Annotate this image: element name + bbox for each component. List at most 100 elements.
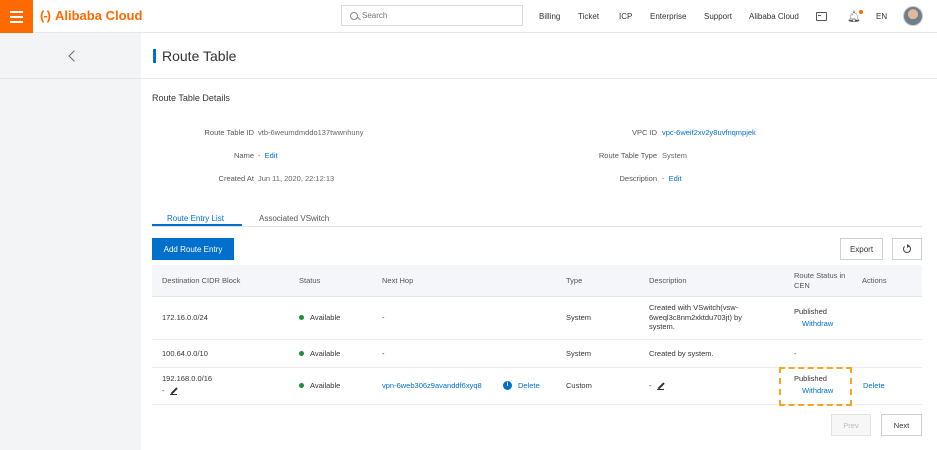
- description-cell: Created by system.: [649, 349, 714, 358]
- table-header: Destination CIDR Block Status Next Hop T…: [152, 265, 922, 297]
- col-description: Description: [649, 276, 687, 285]
- active-tab-underline: [152, 224, 242, 226]
- edit-pencil-icon[interactable]: [656, 382, 664, 391]
- notification-dot: [858, 10, 863, 14]
- route-table-type-label: Route Table Type: [598, 151, 657, 160]
- refresh-button[interactable]: [892, 238, 922, 260]
- search-box[interactable]: [341, 5, 523, 26]
- sidebar-header: [0, 33, 141, 79]
- page-title: Route Table: [162, 47, 237, 64]
- description-label: Description: [619, 174, 657, 183]
- detail-row-1: Route Table ID vtb-6weumdmddo137twwnhuny…: [150, 128, 930, 140]
- nav-icp[interactable]: ICP: [619, 0, 632, 33]
- delete-route-link[interactable]: Delete: [863, 381, 885, 391]
- nav-billing-label: Billing: [539, 12, 561, 21]
- hamburger-menu-icon[interactable]: [0, 0, 33, 33]
- refresh-icon: [903, 244, 911, 253]
- nav-support-label: Support: [704, 12, 733, 21]
- route-entry-table: Destination CIDR Block Status Next Hop T…: [152, 265, 922, 405]
- name-value: - Edit: [258, 151, 278, 160]
- route-table-id-label: Route Table ID: [204, 128, 254, 137]
- status-text: Available: [310, 381, 341, 390]
- nav-billing[interactable]: Billing: [539, 0, 560, 33]
- cidr-subline-text: -: [162, 386, 165, 395]
- sidebar: [0, 33, 141, 450]
- cidr-cell: 172.16.0.0/24: [162, 313, 208, 322]
- vpc-id-link[interactable]: vpc-6weif2xv2y8uvfnqmpjek: [662, 128, 756, 137]
- search-icon: [350, 11, 358, 20]
- top-bar: (-) Alibaba Cloud Billing Ticket ICP Ent…: [0, 0, 937, 33]
- table-row: 192.168.0.0/16 - Available vpn-6web306z9…: [152, 368, 922, 405]
- status-available-dot: [299, 315, 304, 321]
- brand-name: Alibaba Cloud: [55, 8, 143, 23]
- table-row: 100.64.0.0/10 Available - System Created…: [152, 340, 922, 368]
- brand-logo[interactable]: (-) Alibaba Cloud: [40, 8, 142, 23]
- status-available-dot: [299, 351, 304, 357]
- created-at-label: Created At: [218, 174, 254, 183]
- nav-alibaba-cloud[interactable]: Alibaba Cloud: [749, 0, 799, 33]
- brand-logo-mark: (-): [40, 8, 51, 23]
- add-route-entry-button[interactable]: Add Route Entry: [152, 238, 234, 260]
- info-icon: i: [503, 381, 512, 391]
- withdraw-link[interactable]: Withdraw: [802, 386, 833, 396]
- search-input[interactable]: [362, 11, 512, 20]
- status-text: Available: [310, 313, 341, 322]
- name-edit-link[interactable]: Edit: [265, 151, 278, 160]
- description-cell: -: [649, 381, 664, 391]
- next-page-button[interactable]: Next: [881, 414, 922, 436]
- description-value: - Edit: [662, 174, 682, 183]
- title-accent-bar: [153, 48, 156, 63]
- avatar[interactable]: [903, 6, 923, 26]
- description-value-text: -: [662, 174, 665, 183]
- col-destination-cidr: Destination CIDR Block: [162, 276, 241, 285]
- nav-ticket[interactable]: Ticket: [578, 0, 599, 33]
- cidr-cell: 100.64.0.0/10: [162, 349, 208, 358]
- next-hop-delete[interactable]: i Delete: [503, 381, 540, 391]
- col-route-status-cen: Route Status in CEN: [794, 271, 846, 290]
- cidr-subline: -: [162, 386, 177, 396]
- table-row: 172.16.0.0/24 Available - System Created…: [152, 297, 922, 340]
- language-switch[interactable]: EN: [876, 0, 887, 33]
- name-value-text: -: [258, 151, 261, 160]
- next-hop-cell: -: [382, 313, 385, 322]
- vpc-id-label: VPC ID: [631, 128, 657, 137]
- tab-associated-vswitch[interactable]: Associated VSwitch: [259, 214, 329, 223]
- bell-icon[interactable]: 🔔︎: [847, 0, 863, 33]
- edit-pencil-icon[interactable]: [169, 387, 177, 396]
- status-available-dot: [299, 383, 304, 389]
- description-cell: Created with VSwitch(vsw-6weql3c8nm2xktd…: [649, 303, 742, 331]
- status-text: Available: [310, 349, 341, 358]
- col-status: Status: [299, 276, 321, 285]
- type-cell: System: [566, 349, 592, 358]
- created-at-value: Jun 11, 2020, 22:12:13: [258, 174, 335, 183]
- nav-enterprise-label: Enterprise: [650, 12, 687, 21]
- status-cell: Available: [299, 313, 340, 323]
- back-arrow-icon[interactable]: [67, 49, 80, 62]
- next-hop-delete-link[interactable]: Delete: [518, 381, 540, 391]
- terminal-icon[interactable]: [816, 0, 827, 33]
- prev-page-button[interactable]: Prev: [831, 414, 871, 436]
- cidr-cell: 192.168.0.0/16: [162, 374, 213, 383]
- nav-alibaba-cloud-label: Alibaba Cloud: [749, 12, 799, 21]
- nav-icp-label: ICP: [619, 12, 633, 21]
- export-button[interactable]: Export: [840, 238, 883, 260]
- detail-row-3: Created At Jun 11, 2020, 22:12:13 Descri…: [150, 174, 930, 186]
- col-actions: Actions: [862, 276, 887, 285]
- description-edit-link[interactable]: Edit: [669, 174, 682, 183]
- type-cell: System: [566, 313, 592, 322]
- next-hop-cell: -: [382, 349, 385, 358]
- section-title: Route Table Details: [152, 93, 230, 103]
- cen-status-cell: Published: [794, 307, 827, 316]
- withdraw-link[interactable]: Withdraw: [802, 319, 833, 329]
- cen-status-cell: Published: [794, 374, 827, 383]
- detail-row-2: Name - Edit Route Table Type System: [150, 151, 930, 163]
- page-header: Route Table: [141, 33, 937, 79]
- nav-support[interactable]: Support: [704, 0, 732, 33]
- status-cell: Available: [299, 381, 340, 391]
- status-cell: Available: [299, 349, 340, 359]
- col-type: Type: [566, 276, 583, 285]
- tab-route-entry-list[interactable]: Route Entry List: [167, 214, 224, 223]
- next-hop-link[interactable]: vpn-6web306z9avanddf6xyq8: [382, 381, 482, 391]
- description-cell-text: -: [649, 381, 652, 390]
- nav-enterprise[interactable]: Enterprise: [650, 0, 686, 33]
